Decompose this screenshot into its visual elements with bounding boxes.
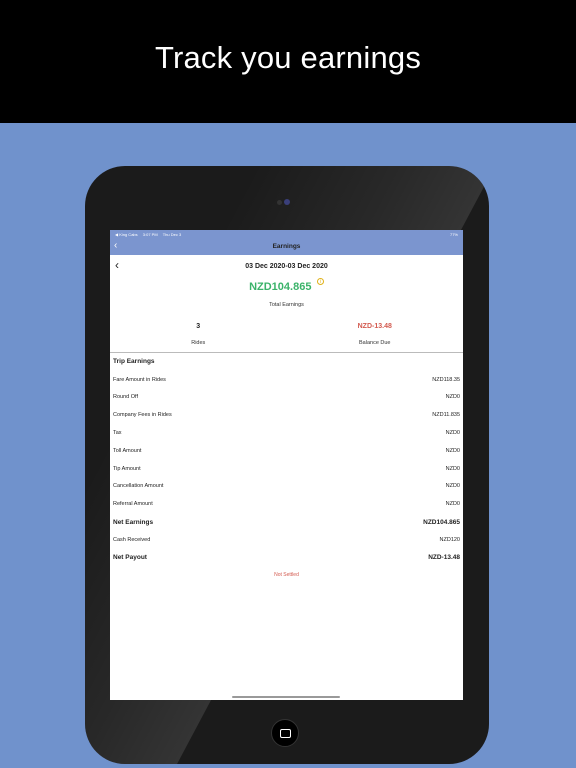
row-value: NZD-13.48	[428, 554, 460, 562]
row-label: Net Earnings	[113, 518, 154, 526]
row-label: Referral Amount	[113, 501, 153, 508]
row-label: Trip Earnings	[113, 358, 155, 366]
status-time: 3:07 PM	[142, 231, 158, 237]
status-bar: ◀ King Cabs 3:07 PM Thu Dec 3 77%	[110, 230, 463, 238]
total-earnings-block: NZD104.865 i Total Earnings	[110, 277, 463, 308]
battery-text: 77%	[449, 231, 458, 237]
home-button-icon	[280, 729, 291, 738]
status-date: Thu Dec 3	[162, 231, 182, 237]
date-range: 03 Dec 2020-03 Dec 2020	[245, 262, 328, 270]
row-label: Fare Amount in Rides	[113, 376, 166, 383]
row-value: NZD0	[445, 483, 460, 490]
total-amount: NZD104.865	[249, 281, 312, 293]
info-icon[interactable]: i	[316, 278, 324, 285]
app-screen: ◀ King Cabs 3:07 PM Thu Dec 3 77% ‹ Earn…	[110, 230, 463, 700]
list-item: Fare Amount in Rides NZD118.35	[113, 371, 460, 389]
date-header: ‹ 03 Dec 2020-03 Dec 2020	[110, 255, 463, 277]
row-label: Cash Received	[113, 536, 151, 543]
list-item: Tip Amount NZD0	[113, 460, 460, 478]
balance-label: Balance Due	[359, 340, 391, 346]
row-value: NZD0	[445, 430, 460, 437]
list-item: Tax NZD0	[113, 424, 460, 442]
row-label: Company Fees in Rides	[113, 412, 172, 419]
nav-title: Earnings	[272, 243, 301, 250]
home-button[interactable]	[271, 719, 299, 747]
rides-stat: 3 Rides	[110, 318, 287, 352]
row-value: NZD0	[445, 447, 460, 454]
rides-label: Rides	[191, 340, 206, 346]
row-label: Net Payout	[113, 554, 147, 562]
row-label: Round Off	[113, 394, 138, 401]
navigation-bar: ‹ Earnings	[110, 238, 463, 255]
balance-value: NZD-13.48	[357, 323, 392, 330]
list-item: Net Earnings NZD104.865	[113, 513, 460, 531]
earnings-breakdown: Trip Earnings Fare Amount in Rides NZD11…	[110, 353, 463, 567]
list-item: Cancellation Amount NZD0	[113, 478, 460, 496]
balance-stat: NZD-13.48 Balance Due	[287, 318, 464, 352]
list-item: Company Fees in Rides NZD11.835	[113, 406, 460, 424]
list-item: Round Off NZD0	[113, 389, 460, 407]
chevron-left-icon: ‹	[115, 258, 119, 272]
date-back-button[interactable]: ‹	[115, 259, 119, 271]
settlement-status: Not Settled	[274, 571, 299, 578]
front-sensor	[284, 199, 290, 205]
row-value: NZD0	[445, 501, 460, 508]
row-value: NZD120	[439, 536, 460, 543]
chevron-left-icon: ‹	[114, 240, 118, 251]
list-item: Toll Amount NZD0	[113, 442, 460, 460]
status-right: 77%	[450, 232, 458, 237]
row-label: Toll Amount	[113, 447, 142, 454]
row-value: NZD11.835	[432, 412, 460, 419]
row-label: Tip Amount	[113, 465, 141, 472]
promo-banner: Track you earnings	[0, 0, 576, 123]
list-item: Referral Amount NZD0	[113, 495, 460, 513]
banner-title: Track you earnings	[154, 39, 422, 75]
row-value: NZD118.35	[432, 376, 460, 383]
home-indicator[interactable]	[232, 696, 340, 698]
front-camera	[277, 200, 282, 205]
status-carrier: ◀ King Cabs	[115, 231, 138, 237]
row-value: NZD0	[445, 465, 460, 472]
row-label: Tax	[113, 430, 122, 437]
row-value: NZD0	[445, 394, 460, 401]
stats-row: 3 Rides NZD-13.48 Balance Due	[110, 318, 463, 353]
status-left: ◀ King Cabs 3:07 PM Thu Dec 3	[115, 232, 185, 237]
total-label: Total Earnings	[269, 302, 304, 308]
list-item: Trip Earnings	[113, 353, 460, 371]
row-label: Cancellation Amount	[113, 483, 164, 490]
nav-back-button[interactable]: ‹	[114, 240, 117, 252]
list-item: Cash Received NZD120	[113, 531, 460, 549]
row-value: NZD104.865	[423, 518, 460, 526]
rides-value: 3	[196, 323, 201, 330]
list-item: Net Payout NZD-13.48	[113, 549, 460, 567]
